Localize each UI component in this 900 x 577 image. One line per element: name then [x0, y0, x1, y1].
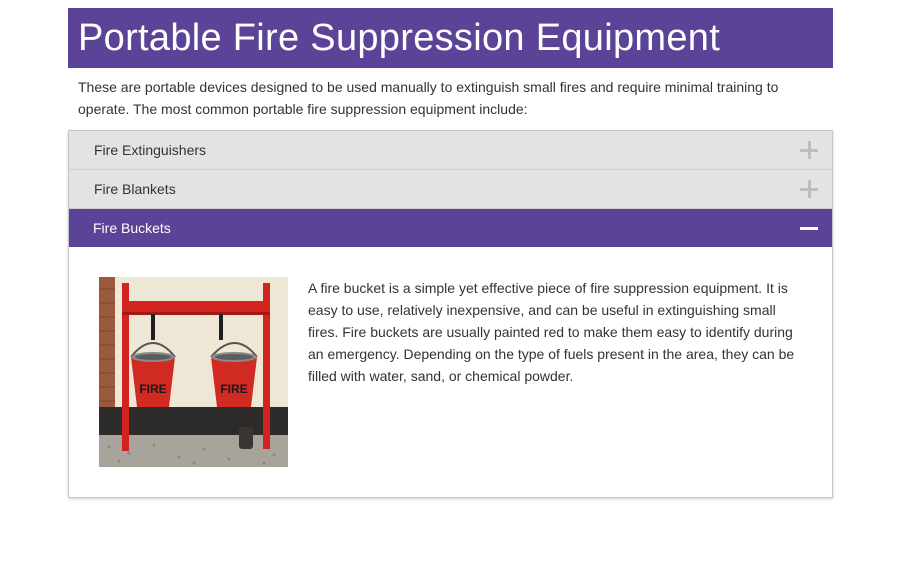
svg-text:FIRE: FIRE — [139, 382, 166, 396]
accordion-label: Fire Blankets — [94, 181, 176, 197]
title-banner: Portable Fire Suppression Equipment — [68, 8, 833, 68]
accordion-header-fire-extinguishers[interactable]: Fire Extinguishers — [69, 131, 832, 170]
page-container: Portable Fire Suppression Equipment Thes… — [68, 8, 833, 498]
minus-icon[interactable] — [800, 219, 818, 237]
svg-text:FIRE: FIRE — [220, 382, 247, 396]
equipment-accordion: Fire Extinguishers Fire Blankets Fire Bu… — [68, 130, 833, 498]
intro-paragraph: These are portable devices designed to b… — [78, 79, 779, 117]
plus-icon[interactable] — [800, 141, 818, 159]
page-title: Portable Fire Suppression Equipment — [78, 17, 721, 59]
accordion-header-fire-buckets[interactable]: Fire Buckets — [69, 209, 832, 247]
fire-buckets-image: FIRE FIRE — [99, 277, 288, 467]
accordion-panel-fire-buckets: FIRE FIRE A fire bucket is a simple yet … — [69, 247, 832, 497]
accordion-header-fire-blankets[interactable]: Fire Blankets — [69, 170, 832, 209]
accordion-label: Fire Extinguishers — [94, 142, 207, 158]
accordion-label: Fire Buckets — [93, 220, 171, 236]
fire-buckets-description: A fire bucket is a simple yet effective … — [308, 280, 795, 384]
plus-icon[interactable] — [800, 180, 818, 198]
